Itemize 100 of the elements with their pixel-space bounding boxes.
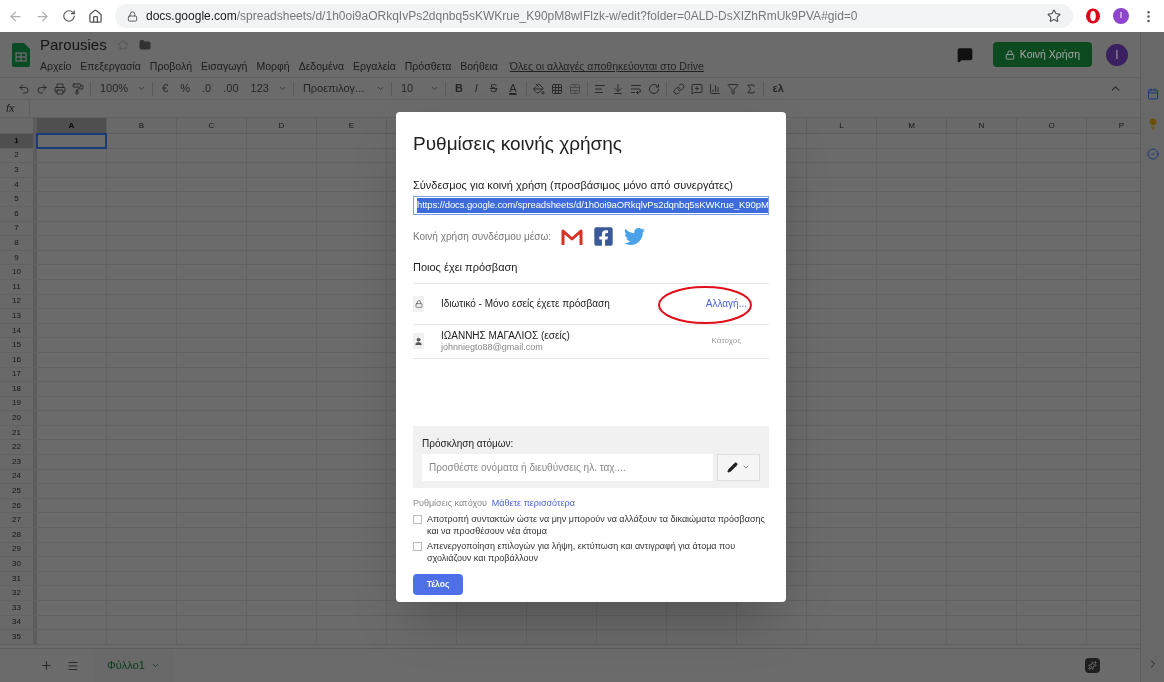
decrease-decimals-button[interactable]: .0: [199, 80, 215, 97]
home-icon[interactable]: [88, 8, 103, 24]
permission-button[interactable]: [717, 453, 760, 481]
column-header[interactable]: C: [177, 118, 247, 133]
currency-button[interactable]: €: [159, 80, 172, 97]
menu-item[interactable]: Εργαλεία: [353, 59, 396, 76]
explore-button[interactable]: [1085, 658, 1100, 673]
filter-icon[interactable]: [726, 82, 739, 95]
address-bar[interactable]: docs.google.com/spreadsheets/d/1h0oi9aORkqIvPs2dqnbq5sKWKrue_K90pM8wIFlzk-w/edit?folder=0ALD-DsXIZhRmUk9PVA#gid=0: [115, 4, 1073, 28]
invite-input[interactable]: Προσθέστε ονόματα ή διευθύνσεις ηλ. ταχ....: [422, 453, 713, 481]
owner-settings-label: Ρυθμίσεις κατόχου: [413, 496, 487, 510]
save-status-link[interactable]: Όλες οι αλλαγές αποθηκεύονται στο Drive: [509, 59, 704, 76]
padlock-icon: [127, 10, 138, 22]
column-header[interactable]: O: [1017, 118, 1087, 133]
opera-icon[interactable]: [1085, 8, 1101, 24]
menu-item[interactable]: Αρχείο: [40, 59, 72, 76]
done-button[interactable]: Τέλος: [413, 574, 463, 595]
menu-item[interactable]: Πρόσθετα: [404, 59, 452, 76]
functions-icon[interactable]: [744, 82, 757, 95]
italic-button[interactable]: I: [471, 80, 481, 97]
column-header[interactable]: N: [947, 118, 1017, 133]
align-left-icon[interactable]: [593, 82, 606, 95]
font-dropdown[interactable]: Προεπιλογ...: [299, 80, 370, 97]
add-sheet-icon[interactable]: [40, 659, 53, 672]
caret-icon: [742, 463, 750, 471]
dialog-title: Ρυθμίσεις κοινής χρήσης: [413, 132, 622, 156]
padlock-icon: [1004, 49, 1015, 60]
link-field[interactable]: https://docs.google.com/spreadsheets/d/1h0oi9aORkqlvPs2dqnbq5sKWKrue_K90pM: [413, 196, 769, 215]
lightbulb-icon[interactable]: [1146, 118, 1159, 130]
checkbox[interactable]: [413, 542, 422, 551]
link-label: Σύνδεσμος για κοινή χρήση (προσβάσιμος μόνο από συνεργάτες): [413, 177, 733, 193]
bold-button[interactable]: B: [451, 80, 466, 97]
calendar-icon[interactable]: [1146, 88, 1159, 100]
checkbox[interactable]: [413, 515, 422, 524]
access-text: Ιδιωτικό - Μόνο εσείς έχετε πρόσβαση: [441, 297, 610, 311]
column-header[interactable]: A: [37, 118, 107, 133]
merge-cells-icon[interactable]: [568, 82, 581, 95]
increase-decimals-button[interactable]: .00: [220, 80, 242, 97]
column-header[interactable]: L: [807, 118, 877, 133]
spreadsheet-logo-icon[interactable]: [12, 42, 30, 67]
borders-icon[interactable]: [550, 82, 563, 95]
link-icon[interactable]: [672, 82, 685, 95]
tasks-icon[interactable]: [1146, 148, 1159, 160]
invite-label: Πρόσκληση ατόμων:: [422, 436, 514, 451]
column-header[interactable]: B: [107, 118, 177, 133]
row-header[interactable]: 1: [0, 134, 37, 148]
twitter-icon[interactable]: [624, 226, 646, 247]
access-heading: Ποιος έχει πρόσβαση: [413, 260, 518, 275]
menu-item[interactable]: Μορφή: [256, 59, 290, 76]
facebook-icon[interactable]: [593, 226, 615, 247]
percent-button[interactable]: %: [177, 80, 194, 97]
caret-icon[interactable]: [277, 84, 287, 93]
comment-add-icon[interactable]: [690, 82, 703, 95]
undo-icon[interactable]: [18, 82, 30, 95]
account-avatar[interactable]: I: [1106, 43, 1128, 66]
caret-icon[interactable]: [150, 661, 160, 670]
input-tools-button[interactable]: ελ: [769, 80, 787, 97]
padlock-icon: [414, 299, 423, 308]
profile-avatar[interactable]: I: [1113, 8, 1129, 24]
option-text: Αποτροπή συντακτών ώστε να μην μπορούν να αλλάξουν τα δικαιώματα πρόσβασης και να προσθέσουν νέα άτομα: [427, 513, 766, 537]
strikethrough-button[interactable]: S: [486, 80, 501, 97]
role-text: Κάτοχος: [711, 335, 741, 347]
forward-icon[interactable]: [35, 8, 50, 24]
share-button[interactable]: Κοινή Χρήση: [992, 42, 1092, 67]
text-rotation-icon[interactable]: [647, 82, 660, 95]
vertical-align-icon[interactable]: [611, 82, 624, 95]
selected-cell[interactable]: [36, 133, 107, 149]
caret-icon[interactable]: [137, 84, 147, 93]
menu-item[interactable]: Βοήθεια: [460, 59, 498, 76]
change-link[interactable]: Αλλαγή...: [705, 296, 747, 311]
learn-more-link[interactable]: Μάθετε περισσότερα: [491, 496, 575, 510]
menu-item[interactable]: Προβολή: [149, 59, 192, 76]
menu-item[interactable]: Δεδομένα: [298, 59, 345, 76]
zoom-dropdown[interactable]: 100%: [97, 80, 132, 97]
all-sheets-icon[interactable]: [67, 659, 79, 672]
text-color-button[interactable]: A: [506, 80, 520, 97]
pencil-icon: [727, 461, 738, 473]
paint-format-icon[interactable]: [72, 82, 84, 95]
document-title[interactable]: Parousies: [40, 33, 107, 57]
mail-icon[interactable]: [561, 228, 584, 245]
formula-label: fx: [0, 100, 30, 117]
reload-icon[interactable]: [62, 9, 76, 23]
bookmark-star-icon[interactable]: [1047, 9, 1061, 23]
number-format-dropdown[interactable]: 123: [247, 80, 272, 97]
menu-item[interactable]: Εισαγωγή: [201, 59, 248, 76]
caret-icon[interactable]: [429, 84, 439, 93]
column-header[interactable]: M: [877, 118, 947, 133]
back-icon[interactable]: [8, 8, 23, 24]
chart-icon[interactable]: [708, 82, 721, 95]
column-header[interactable]: D: [247, 118, 317, 133]
text-wrap-icon[interactable]: [629, 82, 642, 95]
folder-icon[interactable]: [138, 39, 151, 52]
menu-item[interactable]: Επεξεργασία: [80, 59, 141, 76]
fill-color-icon[interactable]: [532, 82, 545, 95]
print-icon[interactable]: [54, 82, 66, 95]
redo-icon[interactable]: [36, 82, 48, 95]
caret-icon[interactable]: [375, 84, 385, 93]
comments-icon[interactable]: [956, 46, 973, 63]
person-name: ΙΩΑΝΝΗΣ ΜΑΓΑΛΙΟΣ (εσείς): [441, 329, 570, 342]
font-size-dropdown[interactable]: 10: [397, 80, 424, 97]
